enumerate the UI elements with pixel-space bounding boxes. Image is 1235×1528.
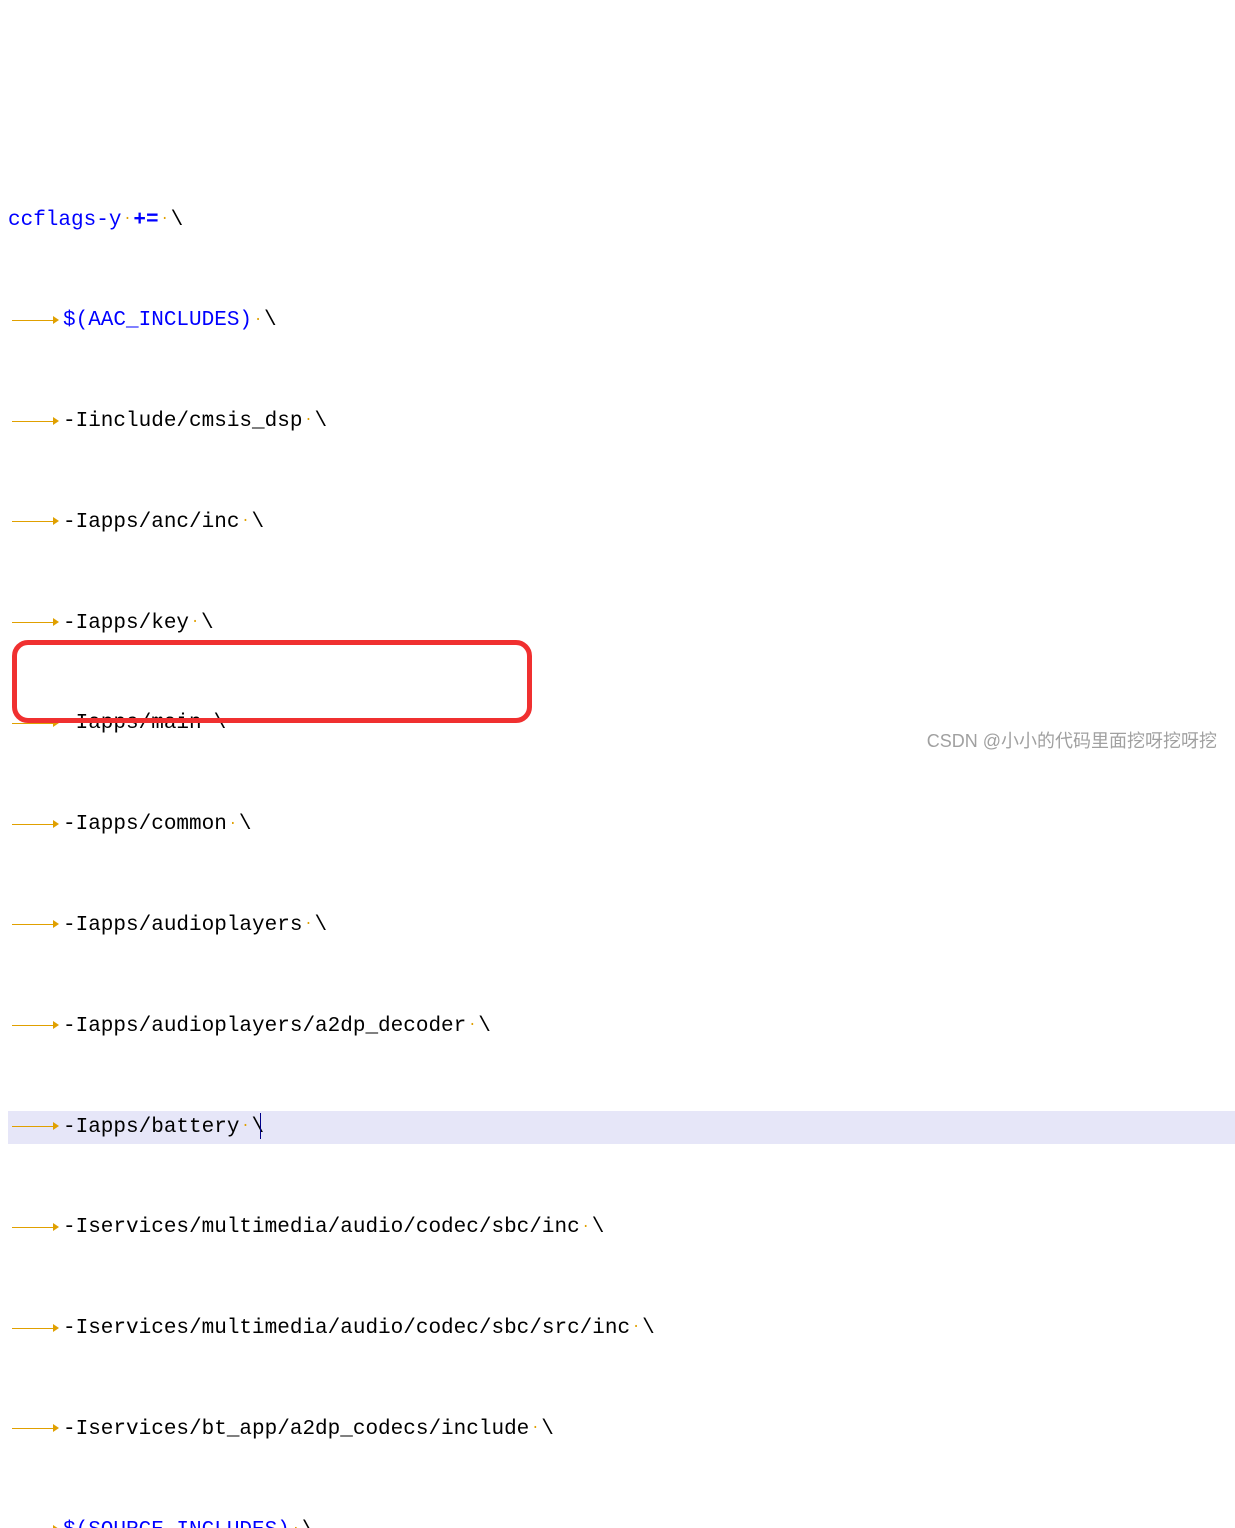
tab-indicator-icon <box>8 612 63 633</box>
code-line: -Iapps/key·\ <box>8 607 1235 641</box>
line-continuation: \ <box>171 209 184 232</box>
tab-indicator-icon <box>8 1519 63 1528</box>
tab-indicator-icon <box>8 914 63 935</box>
include-path: -Iservices/bt_app/a2dp_codecs/include <box>63 1418 529 1441</box>
include-path: -Iapps/key <box>63 612 189 635</box>
whitespace-dot: · <box>239 510 251 532</box>
whitespace-dot: · <box>302 913 314 935</box>
include-path: -Iservices/multimedia/audio/codec/sbc/in… <box>63 1216 580 1239</box>
tab-indicator-icon <box>8 1216 63 1237</box>
line-continuation: \ <box>541 1418 554 1441</box>
whitespace-dot: · <box>290 1518 302 1528</box>
code-line: -Iservices/multimedia/audio/codec/sbc/in… <box>8 1211 1235 1245</box>
code-line: $(AAC_INCLUDES)·\ <box>8 304 1235 338</box>
code-line-highlighted[interactable]: -Iapps/battery·\ <box>8 1111 1235 1145</box>
include-path: -Iapps/audioplayers <box>63 914 302 937</box>
tab-indicator-icon <box>8 813 63 834</box>
include-path: -Iinclude/cmsis_dsp <box>63 410 302 433</box>
line-continuation: \ <box>251 511 264 534</box>
line-continuation: \ <box>201 612 214 635</box>
code-line: -Iinclude/cmsis_dsp·\ <box>8 405 1235 439</box>
tab-indicator-icon <box>8 1418 63 1439</box>
line-continuation: \ <box>314 410 327 433</box>
code-line: ccflags-y·+=·\ <box>8 204 1235 238</box>
whitespace-dot: · <box>227 813 239 835</box>
makefile-operator: += <box>133 209 158 232</box>
line-continuation: \ <box>314 914 327 937</box>
include-path: -Iapps/anc/inc <box>63 511 239 534</box>
whitespace-dot: · <box>630 1316 642 1338</box>
makefile-variable-ref: $(AAC_INCLUDES) <box>63 309 252 332</box>
line-continuation: \ <box>251 1116 264 1139</box>
include-path: -Iapps/common <box>63 813 227 836</box>
tab-indicator-icon <box>8 712 63 733</box>
line-continuation: \ <box>478 1015 491 1038</box>
code-line: -Iservices/multimedia/audio/codec/sbc/sr… <box>8 1312 1235 1346</box>
text-cursor <box>260 1113 261 1138</box>
tab-indicator-icon <box>8 511 63 532</box>
line-continuation: \ <box>264 309 277 332</box>
whitespace-dot: · <box>252 309 264 331</box>
whitespace-dot: · <box>121 208 133 230</box>
code-line: -Iapps/audioplayers/a2dp_decoder·\ <box>8 1010 1235 1044</box>
line-continuation: \ <box>302 1519 315 1528</box>
line-continuation: \ <box>239 813 252 836</box>
tab-indicator-icon <box>8 1015 63 1036</box>
code-line: $(SOURCE_INCLUDES)·\ <box>8 1514 1235 1528</box>
tab-indicator-icon <box>8 1317 63 1338</box>
code-editor-content: ccflags-y·+=·\ $(AAC_INCLUDES)·\ -Iinclu… <box>0 134 1235 1528</box>
include-path: -Iapps/main <box>63 712 202 735</box>
code-line: -Iapps/audioplayers·\ <box>8 909 1235 943</box>
line-continuation: \ <box>642 1317 655 1340</box>
code-line: -Iservices/bt_app/a2dp_codecs/include·\ <box>8 1413 1235 1447</box>
whitespace-dot: · <box>580 1216 592 1238</box>
whitespace-dot: · <box>189 611 201 633</box>
tab-indicator-icon <box>8 410 63 431</box>
watermark-text: CSDN @小小的代码里面挖呀挖呀挖 <box>927 727 1217 756</box>
code-line: -Iapps/anc/inc·\ <box>8 506 1235 540</box>
tab-indicator-icon <box>8 1116 63 1137</box>
whitespace-dot: · <box>159 208 171 230</box>
whitespace-dot: · <box>302 409 314 431</box>
makefile-variable-ref: $(SOURCE_INCLUDES) <box>63 1519 290 1528</box>
include-path: -Iapps/battery <box>63 1116 239 1139</box>
tab-indicator-icon <box>8 309 63 330</box>
code-line: -Iapps/common·\ <box>8 808 1235 842</box>
makefile-variable: ccflags-y <box>8 209 121 232</box>
whitespace-dot: · <box>239 1115 251 1137</box>
include-path: -Iservices/multimedia/audio/codec/sbc/sr… <box>63 1317 630 1340</box>
line-continuation: \ <box>592 1216 605 1239</box>
whitespace-dot: · <box>466 1014 478 1036</box>
include-path: -Iapps/audioplayers/a2dp_decoder <box>63 1015 466 1038</box>
line-continuation: \ <box>214 712 227 735</box>
whitespace-dot: · <box>529 1417 541 1439</box>
whitespace-dot: · <box>202 712 214 734</box>
